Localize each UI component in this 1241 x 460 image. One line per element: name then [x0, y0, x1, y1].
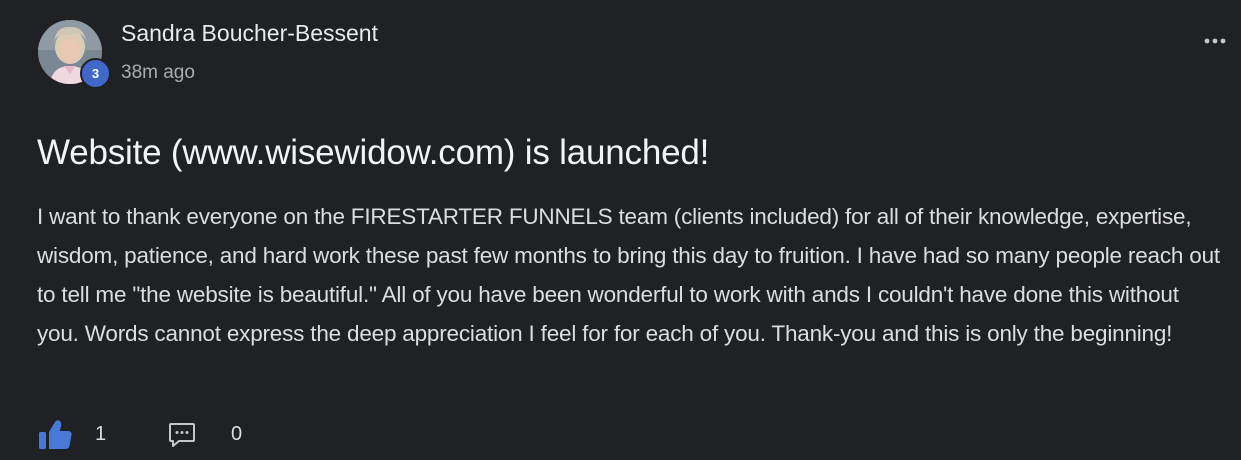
author-avatar-wrapper[interactable]: 3 — [38, 20, 111, 89]
like-button[interactable] — [37, 418, 77, 452]
author-name[interactable]: Sandra Boucher-Bessent — [121, 20, 378, 47]
thumbs-up-icon — [39, 420, 72, 449]
more-options-button[interactable] — [1198, 28, 1232, 52]
comment-count: 0 — [231, 423, 243, 445]
post-title: Website (www.wisewidow.com) is launched! — [37, 133, 710, 172]
post-card: 3 Sandra Boucher-Bessent 38m ago Website… — [0, 0, 1241, 460]
more-horizontal-icon — [1204, 38, 1226, 44]
like-count: 1 — [95, 423, 107, 445]
comment-button[interactable] — [167, 420, 197, 450]
post-body: I want to thank everyone on the FIRESTAR… — [37, 204, 1220, 346]
level-badge: 3 — [80, 58, 111, 89]
comment-icon — [169, 423, 195, 447]
post-timestamp[interactable]: 38m ago — [121, 62, 195, 84]
